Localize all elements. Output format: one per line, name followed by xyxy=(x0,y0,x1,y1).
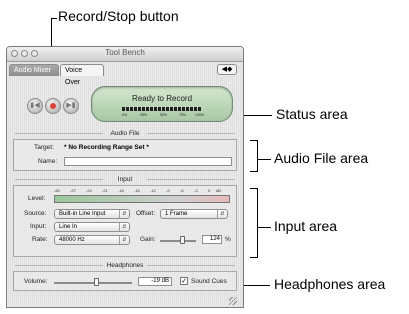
record-stop-button[interactable] xyxy=(45,98,61,114)
meter-label: 25% xyxy=(140,113,148,117)
popup-arrows-icon: ⇵ xyxy=(119,210,129,218)
callout-bracket-audio-file-bottom xyxy=(250,171,258,172)
rate-label: Rate: xyxy=(32,236,48,243)
popup-arrows-icon: ⇵ xyxy=(119,223,129,231)
callout-bracket-input xyxy=(257,188,258,258)
level-scale-tick: -21 xyxy=(102,188,108,193)
level-scale-tick: -60 xyxy=(54,188,60,193)
audio-file-header: Audio File xyxy=(15,130,235,137)
status-text: Ready to Record xyxy=(131,94,193,103)
tab-bar: Audio Mixer Voice Over ◀◆ xyxy=(7,62,243,86)
popup-arrows-icon: ⇵ xyxy=(217,210,227,218)
headphones-header: Headphones xyxy=(15,262,235,269)
level-scale-tick: 0 xyxy=(208,188,211,193)
input-section: -60 -27 -24 -21 -18 -15 -12 -9 -6 -3 0 d… xyxy=(13,185,237,257)
callout-status-area: Status area xyxy=(276,106,348,122)
level-label: Level: xyxy=(28,195,46,202)
callout-record-stop: Record/Stop button xyxy=(58,8,179,24)
offset-label: Offset: xyxy=(136,210,156,217)
target-value: * No Recording Range Set * xyxy=(64,144,149,151)
level-scale-tick: -9 xyxy=(166,188,170,193)
tab-voice-over[interactable]: Voice Over xyxy=(60,64,104,86)
sound-cues-label: Sound Cues xyxy=(191,278,227,285)
source-value: Built-in Line Input xyxy=(59,211,106,217)
meter-label: 50% xyxy=(160,113,168,117)
level-scale-tick: dB xyxy=(216,188,221,193)
source-popup[interactable]: Built-in Line Input ⇵ xyxy=(54,209,130,219)
source-label: Source: xyxy=(24,210,47,217)
headphones-section: Volume: -19 dB ✓ Sound Cues xyxy=(13,271,237,291)
audio-file-section: Target: * No Recording Range Set * Name: xyxy=(13,139,237,171)
gain-label: Gain: xyxy=(140,236,156,243)
level-scale-tick: -27 xyxy=(70,188,76,193)
gain-slider[interactable] xyxy=(160,240,196,242)
rate-popup[interactable]: 48000 Hz ⇵ xyxy=(54,235,130,245)
status-display: Ready to Record 0% 25% 50% 75% 100% xyxy=(91,86,233,122)
progress-meter xyxy=(122,107,202,111)
gain-slider-thumb[interactable] xyxy=(180,236,185,244)
gain-field[interactable]: 124 xyxy=(202,235,222,244)
input-header: Input xyxy=(15,176,235,183)
input-level-meter xyxy=(54,195,230,203)
callout-bracket-input-top xyxy=(250,188,258,189)
offset-popup[interactable]: 1 Frame ⇵ xyxy=(160,209,228,219)
meter-label: 100% xyxy=(195,113,204,117)
callout-audio-file-area: Audio File area xyxy=(274,150,369,166)
voice-over-panel: ▮◀ ▶▮ Ready to Record 0% 25% 50% 75% 100… xyxy=(11,76,239,307)
level-scale-tick: -3 xyxy=(194,188,198,193)
volume-slider-thumb[interactable] xyxy=(94,278,99,286)
meter-labels: 0% 25% 50% 75% 100% xyxy=(122,113,204,118)
record-icon xyxy=(50,103,56,109)
window-titlebar[interactable]: Tool Bench xyxy=(7,47,243,62)
volume-field[interactable]: -19 dB xyxy=(138,277,172,286)
next-button[interactable]: ▶▮ xyxy=(63,98,79,114)
popup-arrows-icon: ⇵ xyxy=(119,236,129,244)
resize-grip-icon[interactable] xyxy=(229,297,237,305)
level-scale: -60 -27 -24 -21 -18 -15 -12 -9 -6 -3 0 d… xyxy=(54,188,234,194)
input-label: Input: xyxy=(30,223,47,230)
level-scale-tick: -15 xyxy=(134,188,140,193)
level-scale-tick: -18 xyxy=(118,188,124,193)
offset-value: 1 Frame xyxy=(165,211,188,217)
callout-line-audio-file xyxy=(257,159,271,160)
gain-unit: % xyxy=(225,236,231,243)
callout-bracket-audio-file-top xyxy=(250,140,258,141)
rate-value: 48000 Hz xyxy=(59,237,85,243)
meter-label: 0% xyxy=(122,113,128,117)
input-popup[interactable]: Line In ⇵ xyxy=(54,222,130,232)
meter-label: 75% xyxy=(179,113,187,117)
speaker-icon[interactable]: ◀◆ xyxy=(217,64,237,75)
window-title: Tool Bench xyxy=(105,48,145,57)
name-label: Name: xyxy=(38,158,58,165)
name-field[interactable] xyxy=(64,157,232,166)
callout-line-input xyxy=(257,227,271,228)
callout-bracket-audio-file xyxy=(257,140,258,172)
input-value: Line In xyxy=(59,224,78,230)
callout-bracket-input-bottom xyxy=(250,257,258,258)
tab-audio-mixer[interactable]: Audio Mixer xyxy=(9,64,59,76)
target-label: Target: xyxy=(34,144,54,151)
previous-button[interactable]: ▮◀ xyxy=(27,98,43,114)
callout-headphones-area: Headphones area xyxy=(274,276,386,292)
volume-slider[interactable] xyxy=(54,282,132,284)
sound-cues-checkbox[interactable]: ✓ xyxy=(180,277,188,285)
callout-input-area: Input area xyxy=(274,218,338,234)
tool-bench-window: Tool Bench Audio Mixer Voice Over ◀◆ ▮◀ … xyxy=(6,46,244,308)
level-scale-tick: -6 xyxy=(180,188,184,193)
level-scale-tick: -24 xyxy=(86,188,92,193)
level-scale-tick: -12 xyxy=(150,188,156,193)
volume-label: Volume: xyxy=(24,278,48,285)
